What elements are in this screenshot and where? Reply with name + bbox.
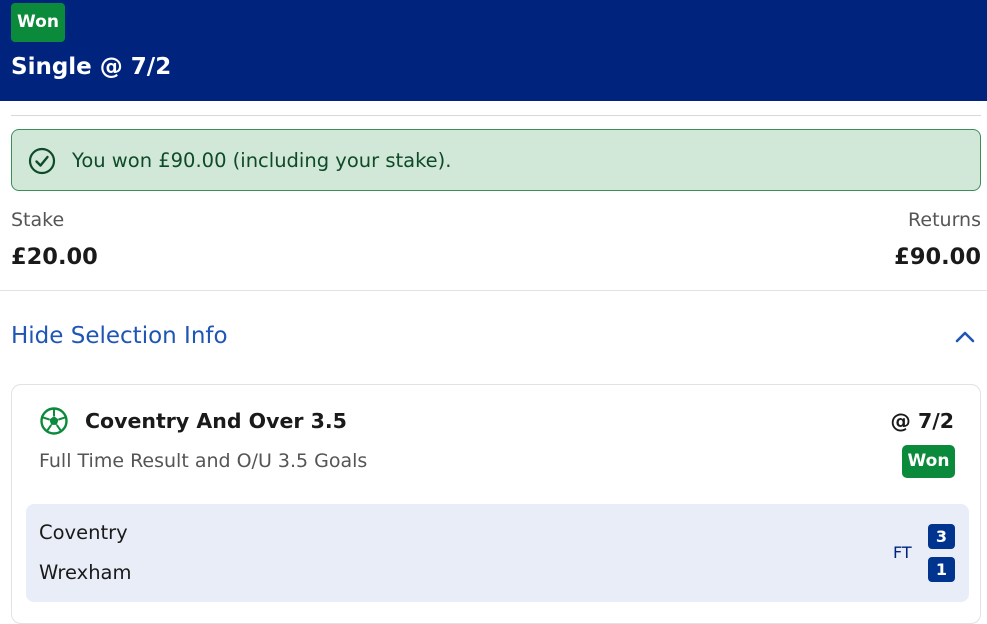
check-circle-icon	[28, 147, 56, 175]
bet-header: Won Single @ 7/2	[0, 0, 987, 101]
selection-status-badge: Won	[902, 445, 955, 478]
chevron-up-icon[interactable]	[952, 326, 978, 348]
divider	[11, 115, 981, 116]
selection-market: Full Time Result and O/U 3.5 Goals	[39, 450, 368, 472]
divider	[0, 290, 987, 291]
selection-odds: @ 7/2	[890, 409, 954, 433]
home-team-name: Coventry	[39, 521, 128, 544]
home-score: 3	[928, 524, 955, 549]
win-message-banner: You won £90.00 (including your stake).	[11, 129, 981, 191]
selection-card: Coventry And Over 3.5 @ 7/2 Full Time Re…	[11, 384, 981, 624]
bet-status-badge: Won	[11, 3, 65, 42]
match-period-label: FT	[893, 543, 912, 562]
stake-value: £20.00	[11, 244, 98, 270]
returns-value: £90.00	[894, 244, 981, 270]
bet-title: Single @ 7/2	[11, 54, 172, 80]
hide-selection-info-link[interactable]: Hide Selection Info	[11, 320, 228, 352]
scoreboard: Coventry Wrexham FT 3 1	[26, 504, 969, 602]
football-icon	[40, 407, 68, 435]
away-team-name: Wrexham	[39, 561, 132, 584]
win-message-text: You won £90.00 (including your stake).	[72, 149, 452, 172]
stake-label: Stake	[11, 209, 65, 231]
returns-label: Returns	[908, 209, 981, 231]
away-score: 1	[928, 557, 955, 582]
selection-name: Coventry And Over 3.5	[85, 409, 347, 433]
